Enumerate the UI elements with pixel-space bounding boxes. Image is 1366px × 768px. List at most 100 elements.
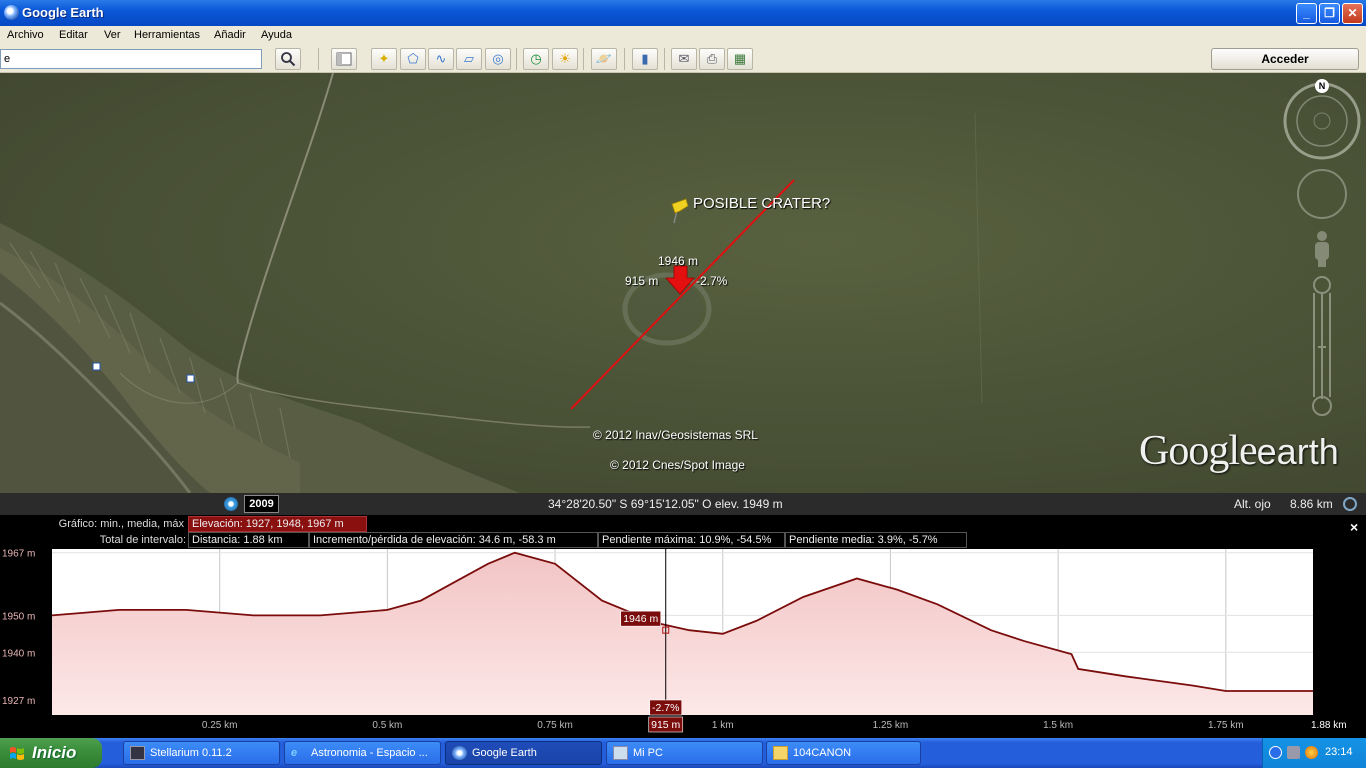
compass-north-label: N <box>1315 79 1329 93</box>
google-earth-icon <box>452 746 467 760</box>
toolbar: ✦ ⬠ ∿ ▱ ◎ ◷ ☀ 🪐 ▮ ✉ ⎙ ▦ Acceder <box>0 45 1366 73</box>
historical-imagery-button[interactable]: ◷ <box>523 48 549 70</box>
placemark-label[interactable]: POSIBLE CRATER? <box>693 195 830 212</box>
x-tick-label: 0.75 km <box>537 720 573 731</box>
task-stellarium[interactable]: Stellarium 0.11.2 <box>123 741 280 765</box>
menu-ver[interactable]: Ver <box>104 29 121 41</box>
app-tray-icon[interactable] <box>1305 746 1318 759</box>
cursor-slope-label: -2.7% <box>696 274 728 288</box>
stellarium-icon <box>130 746 145 760</box>
add-placemark-button[interactable]: ✦ <box>371 48 397 70</box>
x-tick-label: 1.25 km <box>873 720 909 731</box>
print-button[interactable]: ⎙ <box>699 48 725 70</box>
planet-icon: 🪐 <box>595 51 613 66</box>
elevation-chart[interactable]: 1967 m1950 m1940 m1927 m 0.25 km 0.5 km 0.… <box>0 515 1366 738</box>
add-polygon-button[interactable]: ⬠ <box>400 48 426 70</box>
task-astronomia[interactable]: e Astronomia - Espacio ... <box>284 741 441 765</box>
cursor-slope-label: -2.7% <box>652 702 679 714</box>
tray-expand-icon[interactable] <box>1269 746 1282 759</box>
copyright-inav: © 2012 Inav/Geosistemas SRL <box>593 428 758 442</box>
map-view[interactable]: POSIBLE CRATER? 1946 m 915 m -2.7% © 201… <box>0 73 1366 493</box>
windows-flag-icon <box>10 747 24 760</box>
navigation-controls[interactable] <box>1282 79 1362 424</box>
eye-altitude-label: Alt. ojo <box>1234 497 1271 511</box>
clock-icon: ◷ <box>530 51 542 66</box>
menu-archivo[interactable]: Archivo <box>7 29 44 41</box>
map-icon: ▦ <box>733 51 747 66</box>
x-tick-label: 1 km <box>712 720 734 731</box>
y-tick-label: 1940 m <box>2 648 35 659</box>
path-icon: ∿ <box>435 51 447 66</box>
toolbar-separator <box>516 48 517 70</box>
x-axis-ticks: 0.25 km 0.5 km 0.75 km 1 km 1.25 km 1.5 km 1.7… <box>202 720 1347 731</box>
task-104canon[interactable]: 104CANON <box>766 741 921 765</box>
menu-bar: Archivo Editar Ver Herramientas Añadir A… <box>0 26 1366 45</box>
network-icon[interactable] <box>1287 746 1300 759</box>
streaming-indicator-icon <box>1343 497 1357 511</box>
start-button[interactable]: Inicio <box>0 738 102 768</box>
menu-editar[interactable]: Editar <box>59 29 88 41</box>
placemark-pin-icon <box>671 198 689 224</box>
ruler-button[interactable]: ▮ <box>632 48 658 70</box>
printer-icon: ⎙ <box>706 51 718 66</box>
cursor-elevation-label: 1946 m <box>623 613 658 625</box>
google-earth-logo: Googleearth <box>1139 428 1339 474</box>
elevation-profile-panel: Gráfico: min., media, máx Elevación: 192… <box>0 515 1366 738</box>
sunlight-button[interactable]: ☀ <box>552 48 578 70</box>
folder-icon <box>773 746 788 760</box>
sidebar-icon <box>336 52 352 66</box>
camera-icon: ◎ <box>492 51 504 66</box>
google-earth-app-icon <box>4 5 19 20</box>
imagery-year-badge: 2009 <box>244 495 279 513</box>
placemark-icon: ✦ <box>378 51 390 66</box>
eye-altitude-value: 8.86 km <box>1290 497 1333 511</box>
search-icon <box>281 52 296 67</box>
y-axis-ticks: 1967 m 1950 m 1940 m 1927 m <box>2 549 35 708</box>
add-overlay-button[interactable]: ▱ <box>456 48 482 70</box>
window-title: Google Earth <box>22 5 104 20</box>
signin-button[interactable]: Acceder <box>1211 48 1359 70</box>
restore-button[interactable]: ❐ <box>1319 3 1340 24</box>
menu-anadir[interactable]: Añadir <box>214 29 246 41</box>
toolbar-separator <box>583 48 584 70</box>
system-tray: 23:14 <box>1262 738 1366 768</box>
search-button[interactable] <box>275 48 301 70</box>
view-in-maps-button[interactable]: ▦ <box>727 48 753 70</box>
windows-taskbar: Inicio Stellarium 0.11.2 e Astronomia - E… <box>0 738 1366 768</box>
cursor-distance-label: 915 m <box>625 274 659 288</box>
status-bar: 2009 34°28'20.50" S 69°15'12.05" O elev.… <box>0 493 1366 515</box>
historical-imagery-icon[interactable] <box>224 497 238 511</box>
ruler-icon: ▮ <box>641 51 649 66</box>
minimize-button[interactable]: _ <box>1296 3 1317 24</box>
sun-icon: ☀ <box>559 51 571 66</box>
x-tick-label: 1.88 km <box>1311 720 1347 731</box>
y-tick-label: 1927 m <box>2 696 35 707</box>
task-mi-pc[interactable]: Mi PC <box>606 741 763 765</box>
envelope-icon: ✉ <box>678 51 690 66</box>
x-tick-label: 1.75 km <box>1208 720 1244 731</box>
y-tick-label: 1950 m <box>2 611 35 622</box>
polygon-icon: ⬠ <box>407 51 419 66</box>
copyright-cnes: © 2012 Cnes/Spot Image <box>610 458 745 472</box>
taskbar-clock: 23:14 <box>1325 746 1353 758</box>
record-tour-button[interactable]: ◎ <box>485 48 511 70</box>
email-button[interactable]: ✉ <box>671 48 697 70</box>
task-google-earth[interactable]: Google Earth <box>445 741 602 765</box>
y-tick-label: 1967 m <box>2 549 35 560</box>
title-bar: Google Earth _ ❐ ✕ <box>0 0 1366 26</box>
close-window-button[interactable]: ✕ <box>1342 3 1363 24</box>
menu-herramientas[interactable]: Herramientas <box>134 29 200 41</box>
menu-ayuda[interactable]: Ayuda <box>261 29 292 41</box>
pointer-coordinates: 34°28'20.50" S 69°15'12.05" O elev. 1949… <box>548 497 783 511</box>
switch-planet-button[interactable]: 🪐 <box>591 48 617 70</box>
x-tick-label: 0.25 km <box>202 720 238 731</box>
sidebar-toggle-button[interactable] <box>331 48 357 70</box>
x-tick-label: 1.5 km <box>1043 720 1073 731</box>
computer-icon <box>613 746 628 760</box>
search-input[interactable] <box>0 49 262 69</box>
internet-explorer-icon: e <box>291 747 298 759</box>
cursor-elevation-label: 1946 m <box>658 254 699 268</box>
add-path-button[interactable]: ∿ <box>428 48 454 70</box>
x-tick-label: 0.5 km <box>372 720 402 731</box>
cursor-distance-label: 915 m <box>651 719 680 731</box>
